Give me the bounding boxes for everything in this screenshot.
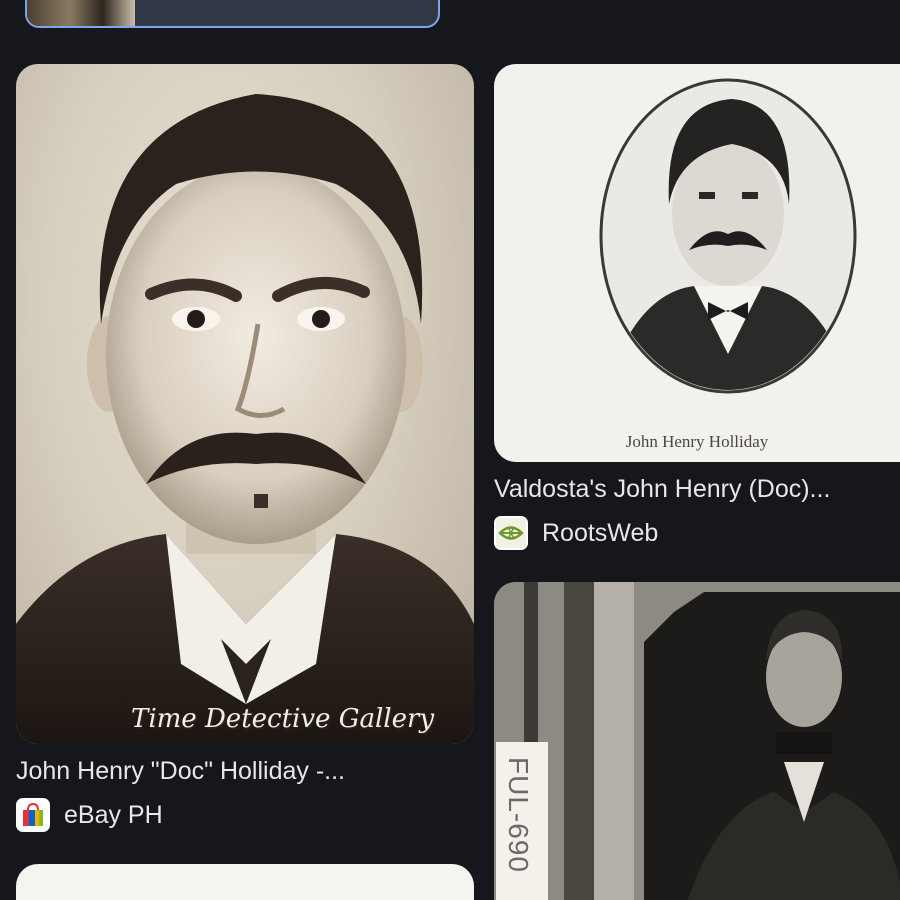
image-caption-text: John Henry Holliday [625, 432, 769, 451]
next-result-card[interactable] [16, 864, 474, 900]
result-title[interactable]: Valdosta's John Henry (Doc)... [494, 474, 900, 504]
previous-result-thumbnail [27, 0, 135, 26]
portrait-image [16, 94, 474, 744]
portrait-image [599, 78, 857, 394]
source-name: eBay PH [64, 801, 163, 829]
portrait-image [494, 582, 900, 900]
image-watermark: Time Detective Gallery [131, 704, 435, 734]
shopping-bag-icon [16, 798, 50, 832]
result-source[interactable]: RootsWeb [494, 516, 900, 550]
image-result-card[interactable]: FUL-690 [494, 582, 900, 900]
previous-result-card[interactable] [25, 0, 440, 28]
image-results-page: Time Detective Gallery John Henry "Doc" … [0, 0, 900, 900]
image-result-card[interactable]: John Henry Holliday Valdosta's John Henr… [494, 64, 900, 550]
result-thumbnail[interactable]: Time Detective Gallery [16, 64, 474, 744]
result-source[interactable]: eBay PH [16, 798, 474, 832]
result-title[interactable]: John Henry "Doc" Holliday -... [16, 756, 474, 786]
image-result-card[interactable]: Time Detective Gallery John Henry "Doc" … [16, 64, 474, 832]
leaf-icon [494, 516, 528, 550]
archive-tag-text: FUL-690 [503, 757, 534, 873]
source-name: RootsWeb [542, 519, 659, 547]
result-thumbnail[interactable]: FUL-690 [494, 582, 900, 900]
result-thumbnail[interactable]: John Henry Holliday [494, 64, 900, 462]
